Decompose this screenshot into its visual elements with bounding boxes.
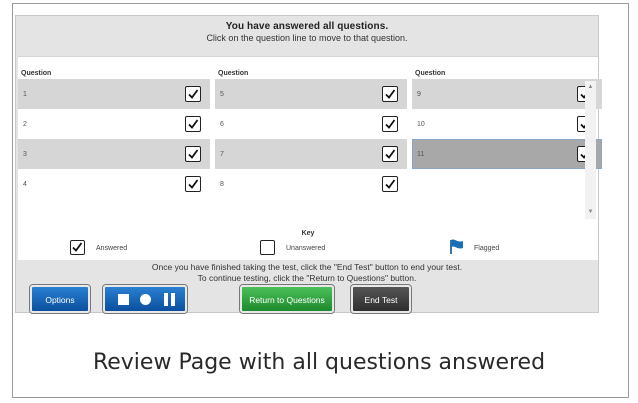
end-test-button[interactable]: End Test — [351, 285, 411, 313]
question-number: 11 — [417, 151, 425, 158]
pause-icon[interactable] — [164, 293, 168, 306]
scroll-up-arrow-icon[interactable]: ▲ — [586, 83, 595, 92]
answered-checkbox-icon — [382, 116, 398, 132]
column-header: Question — [415, 70, 446, 77]
instructions-line-2: To continue testing, click the "Return t… — [197, 273, 417, 283]
key-unanswered-label: Unanswered — [286, 245, 326, 252]
question-row-7[interactable]: 7 — [215, 139, 407, 169]
key-flagged-label: Flagged — [474, 245, 500, 252]
answered-checkbox-icon — [185, 176, 201, 192]
options-button[interactable]: Options — [30, 285, 90, 313]
figure-caption: Review Page with all questions answered — [92, 350, 546, 375]
question-scrollbar[interactable]: ▲ ▼ — [585, 81, 596, 219]
answered-checkbox-icon — [185, 146, 201, 162]
question-number: 9 — [417, 91, 421, 98]
question-row-4[interactable]: 4 — [18, 169, 210, 199]
question-row-10[interactable]: 10 — [412, 109, 602, 139]
pause-icon[interactable] — [171, 293, 175, 306]
question-number: 8 — [220, 181, 224, 188]
question-number: 3 — [23, 151, 27, 158]
stop-icon[interactable] — [118, 294, 129, 305]
question-number: 5 — [220, 91, 224, 98]
record-icon[interactable] — [140, 294, 151, 305]
question-grid: Question 1 2 3 4 Question 5 6 7 8 Questi… — [18, 56, 602, 220]
question-number: 6 — [220, 121, 224, 128]
question-column-1: Question 1 2 3 4 — [18, 57, 210, 199]
empty-checkbox-icon — [260, 240, 275, 255]
instructions: Once you have finished taking the test, … — [16, 262, 598, 284]
scroll-down-arrow-icon[interactable]: ▼ — [586, 208, 595, 217]
review-panel: You have answered all questions. Click o… — [15, 15, 602, 313]
question-row-5[interactable]: 5 — [215, 79, 407, 109]
answered-checkbox-icon — [382, 146, 398, 162]
answered-checkbox-icon — [185, 116, 201, 132]
column-header: Question — [21, 70, 52, 77]
answered-checkbox-icon — [382, 176, 398, 192]
question-number: 2 — [23, 121, 27, 128]
flag-icon — [448, 238, 466, 261]
column-header: Question — [218, 70, 249, 77]
key-title: Key — [301, 230, 315, 237]
question-row-2[interactable]: 2 — [18, 109, 210, 139]
question-column-3: Question 9 10 11 — [412, 57, 602, 169]
key-answered-label: Answered — [96, 245, 128, 252]
question-row-9[interactable]: 9 — [412, 79, 602, 109]
review-title: You have answered all questions. — [225, 21, 389, 32]
return-to-questions-button[interactable]: Return to Questions — [240, 285, 334, 313]
media-controls — [105, 287, 185, 311]
question-number: 10 — [417, 121, 425, 128]
instructions-line-1: Once you have finished taking the test, … — [151, 262, 463, 272]
review-subtitle: Click on the question line to move to th… — [206, 33, 408, 43]
media-controls-button[interactable] — [103, 285, 187, 313]
review-header: You have answered all questions. Click o… — [16, 16, 598, 43]
answered-checkbox-icon — [70, 240, 85, 255]
question-row-11-current[interactable]: 11 — [412, 139, 602, 169]
question-row-3[interactable]: 3 — [18, 139, 210, 169]
question-number: 1 — [23, 91, 27, 98]
question-column-2: Question 5 6 7 8 — [215, 57, 407, 199]
answered-checkbox-icon — [185, 86, 201, 102]
question-row-1[interactable]: 1 — [18, 79, 210, 109]
question-number: 4 — [23, 181, 27, 188]
answered-checkbox-icon — [382, 86, 398, 102]
question-number: 7 — [220, 151, 224, 158]
question-row-6[interactable]: 6 — [215, 109, 407, 139]
legend-key: Key Answered Unanswered Flagged — [18, 220, 598, 260]
question-row-8[interactable]: 8 — [215, 169, 407, 199]
